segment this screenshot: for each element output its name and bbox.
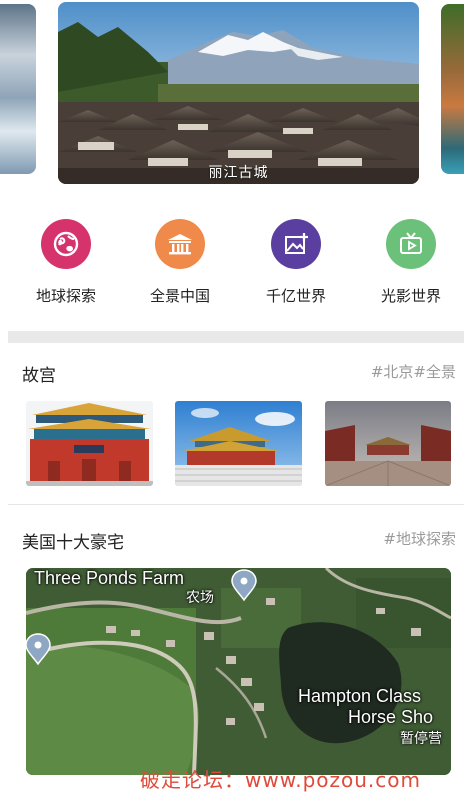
section-divider	[8, 331, 464, 343]
category-light-shadow-world[interactable]: 光影世界	[361, 219, 461, 306]
satellite-map[interactable]: Three Ponds Farm 农场 Hampton Class Horse …	[26, 568, 451, 775]
section-divider	[8, 504, 464, 505]
category-bar: 地球探索 全景中国 千亿世界 光影世界	[0, 219, 464, 309]
satellite-map-image	[26, 568, 451, 775]
map-label-hampton-1: Hampton Class	[298, 686, 422, 706]
banner-carousel[interactable]: 丽江古城	[0, 0, 464, 192]
forbidden-city-thumb-2[interactable]	[175, 401, 302, 486]
palace-courtyard-image	[325, 401, 451, 486]
carousel-next-card[interactable]	[441, 4, 464, 174]
map-label-hampton-2: Horse Sho	[348, 707, 434, 727]
category-label: 光影世界	[380, 287, 441, 305]
category-panorama-china[interactable]: 全景中国	[130, 219, 230, 306]
section-tag[interactable]: #北京#全景	[371, 361, 456, 382]
tv-icon	[386, 219, 436, 269]
palace-gate-image	[26, 401, 153, 486]
carousel-caption: 丽江古城	[208, 165, 269, 181]
map-label-farm: Three Ponds Farm	[34, 568, 185, 588]
watermark-text: 破走论坛：www.pozou.com	[140, 768, 422, 792]
section-tag[interactable]: #地球探索	[383, 528, 456, 549]
map-label-hampton-cn: 暂停营	[400, 731, 442, 747]
temple-icon	[155, 219, 205, 269]
section-title-us-mansions[interactable]: 美国十大豪宅	[22, 528, 124, 553]
category-billion-world[interactable]: 千亿世界	[246, 219, 346, 306]
forbidden-city-thumb-1[interactable]	[26, 401, 153, 486]
category-label: 千亿世界	[265, 287, 326, 305]
globe-icon	[41, 219, 91, 269]
category-label: 全景中国	[149, 287, 210, 305]
carousel-main-card[interactable]: 丽江古城	[58, 2, 419, 184]
map-label-farm-cn: 农场	[186, 590, 214, 606]
category-label: 地球探索	[35, 287, 96, 305]
forbidden-city-thumb-3[interactable]	[325, 401, 451, 486]
image-plus-icon	[271, 219, 321, 269]
category-earth-explore[interactable]: 地球探索	[16, 219, 116, 306]
carousel-prev-card[interactable]	[0, 4, 36, 174]
lijiang-old-town-image	[58, 2, 419, 184]
palace-hall-image	[175, 401, 302, 486]
section-title-forbidden-city[interactable]: 故宫	[22, 361, 56, 386]
